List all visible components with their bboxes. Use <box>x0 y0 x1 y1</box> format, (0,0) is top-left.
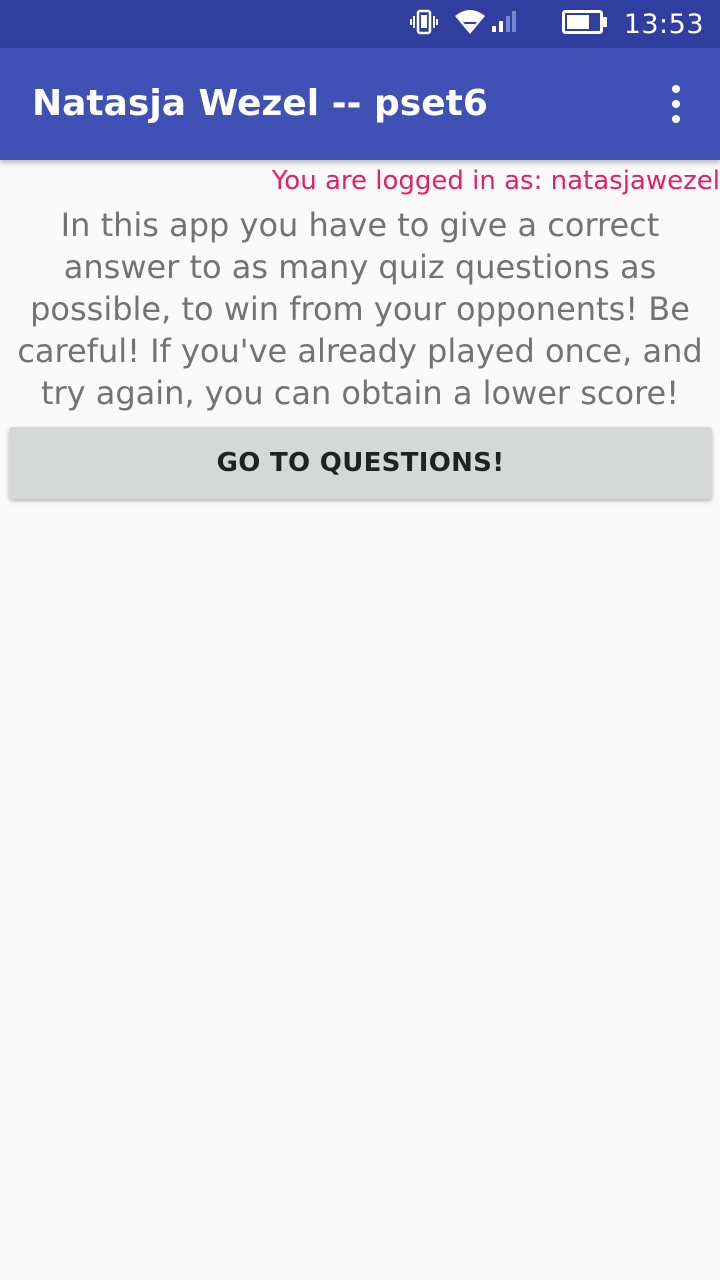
status-clock: 13:53 <box>623 8 704 40</box>
overflow-menu-icon[interactable] <box>656 84 696 124</box>
logged-in-label: You are logged in as: natasjawezel <box>271 166 720 196</box>
vibrate-icon <box>409 8 438 40</box>
battery-icon <box>561 9 608 39</box>
app-bar: Natasja Wezel -- pset6 <box>0 48 720 160</box>
wifi-icon <box>454 8 486 40</box>
app-title: Natasja Wezel -- pset6 <box>32 83 488 124</box>
status-bar: 13:53 <box>0 0 720 48</box>
menu-dot <box>672 115 680 123</box>
menu-dot <box>672 100 680 108</box>
go-to-questions-button[interactable]: GO TO QUESTIONS! <box>9 427 712 499</box>
menu-dot <box>672 85 680 93</box>
intro-text: In this app you have to give a correct a… <box>17 206 703 412</box>
status-icons: 13:53 <box>409 0 704 48</box>
signal-icon <box>490 10 516 38</box>
